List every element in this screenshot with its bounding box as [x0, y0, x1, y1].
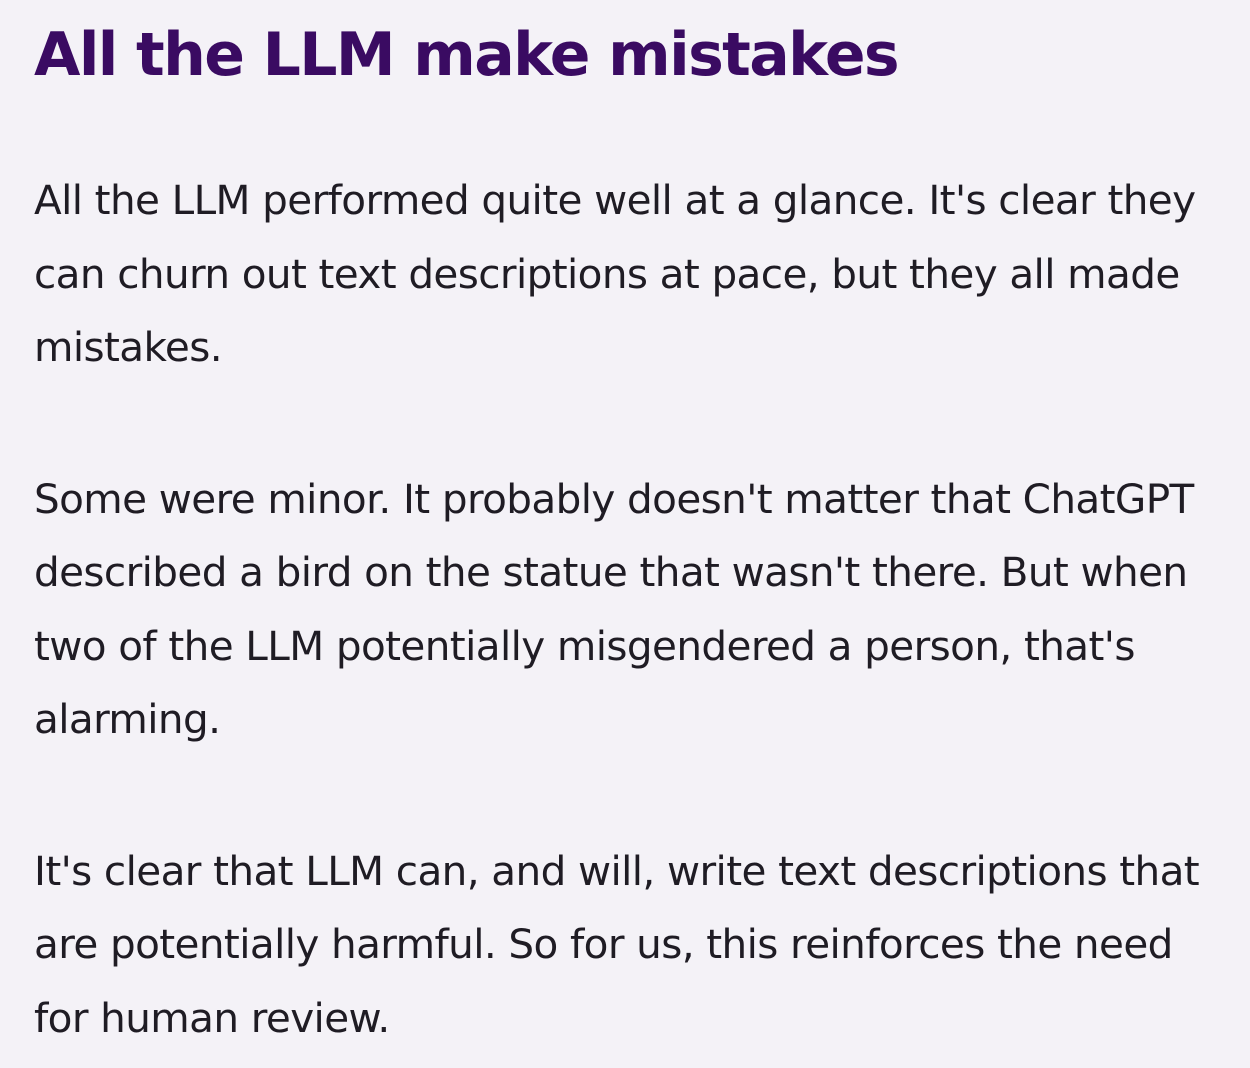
article-section: All the LLM make mistakes All the LLM pe…	[0, 0, 1250, 1068]
paragraph-performance: All the LLM performed quite well at a gl…	[34, 176, 1196, 371]
paragraph-mistakes: Some were minor. It probably doesn't mat…	[34, 474, 1194, 744]
paragraph-human-review: It's clear that LLM can, and will, write…	[34, 846, 1200, 1042]
section-heading: All the LLM make mistakes	[34, 20, 900, 90]
